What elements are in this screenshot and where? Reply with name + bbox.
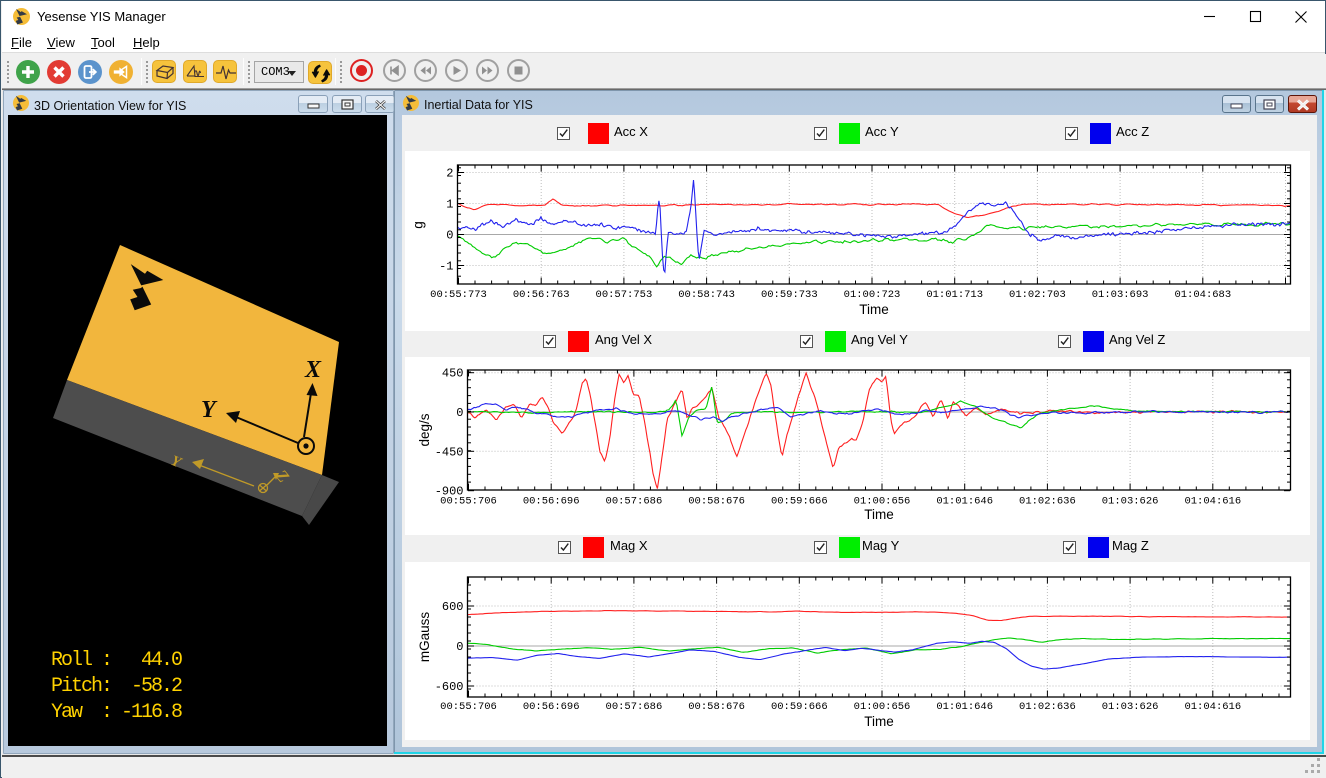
svg-text:X: X [304,357,322,383]
svg-text:Roll : 44.0: Roll : 44.0 [51,649,182,672]
svg-text:Pitch: -58.2: Pitch: -58.2 [51,675,182,698]
svg-text:Yaw : -116.8: Yaw : -116.8 [51,701,182,724]
svg-text:Y: Y [201,397,218,423]
